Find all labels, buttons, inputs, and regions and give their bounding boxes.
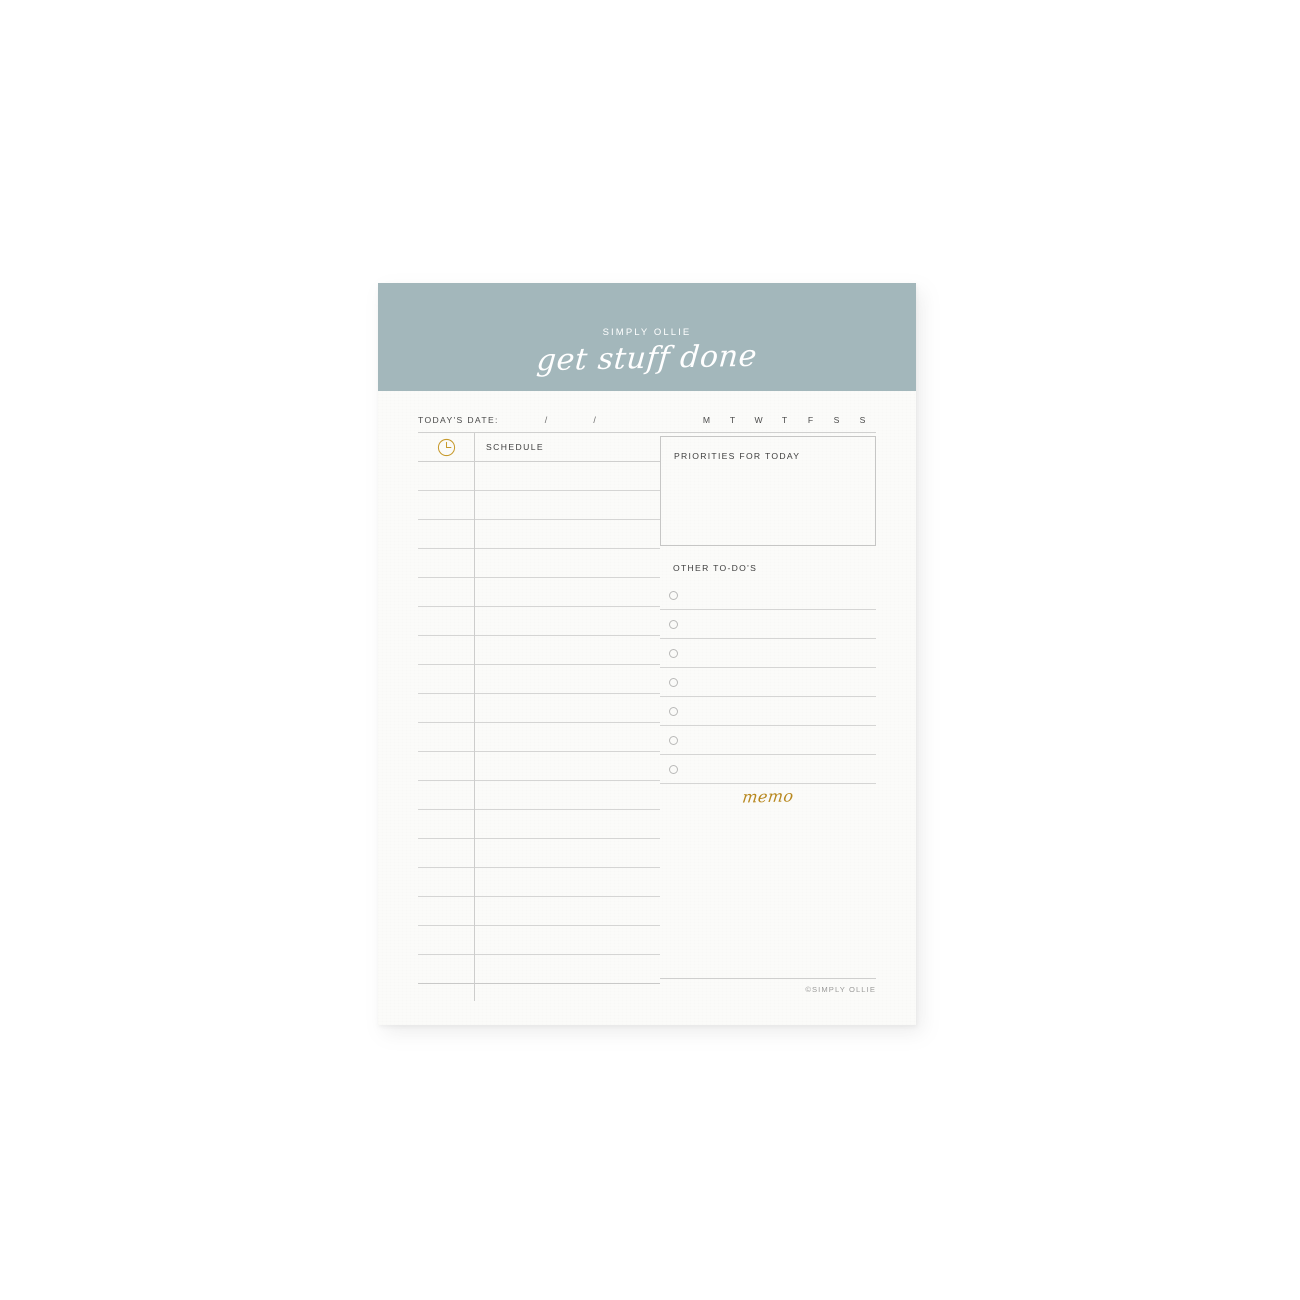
footer-divider [660,978,876,979]
weekday-selector[interactable]: M T W T F S S [694,415,876,425]
weekday-monday[interactable]: M [694,415,720,425]
checkbox-circle-icon[interactable] [669,590,678,600]
todo-item[interactable] [660,610,876,639]
schedule-row[interactable] [418,665,660,694]
priorities-box[interactable]: PRIORITIES FOR TODAY [660,436,876,546]
checkbox-circle-icon[interactable] [669,648,678,658]
schedule-row[interactable] [418,752,660,781]
other-todos-title: OTHER TO-DO'S [673,563,758,573]
schedule-row[interactable] [418,955,660,984]
notepad-header: SIMPLY OLLIE get stuff done [378,283,916,391]
schedule-section: SCHEDULE [418,433,660,1001]
schedule-row[interactable] [418,636,660,665]
checkbox-circle-icon[interactable] [669,706,678,716]
schedule-row[interactable] [418,810,660,839]
todo-item[interactable] [660,581,876,610]
page-canvas: SIMPLY OLLIE get stuff done TODAY'S DATE… [0,0,1300,1300]
weekday-thursday[interactable]: T [772,415,798,425]
schedule-row[interactable] [418,897,660,926]
schedule-title: SCHEDULE [486,442,544,452]
schedule-row[interactable] [418,549,660,578]
todays-date-label: TODAY'S DATE: [418,415,499,425]
clock-icon [418,438,474,457]
schedule-header: SCHEDULE [418,433,660,462]
todo-item[interactable] [660,697,876,726]
todo-item[interactable] [660,726,876,755]
weekday-sunday[interactable]: S [850,415,876,425]
schedule-row[interactable] [418,607,660,636]
copyright-credit: ©SIMPLY OLLIE [805,985,876,994]
checkbox-circle-icon[interactable] [669,677,678,687]
todo-item[interactable] [660,639,876,668]
memo-label: memo [741,786,795,807]
weekday-saturday[interactable]: S [824,415,850,425]
weekday-friday[interactable]: F [798,415,824,425]
schedule-row[interactable] [418,839,660,868]
notepad-card: SIMPLY OLLIE get stuff done TODAY'S DATE… [378,283,916,1025]
schedule-row[interactable] [418,781,660,810]
notepad-tagline: get stuff done [535,338,759,379]
weekday-wednesday[interactable]: W [746,415,772,425]
schedule-row[interactable] [418,578,660,607]
checkbox-circle-icon[interactable] [669,764,678,774]
brand-name: SIMPLY OLLIE [602,326,692,338]
todo-item[interactable] [660,755,876,784]
priorities-title: PRIORITIES FOR TODAY [674,451,801,461]
schedule-row[interactable] [418,926,660,955]
schedule-row[interactable] [418,462,660,491]
weekday-tuesday[interactable]: T [720,415,746,425]
checkbox-circle-icon[interactable] [669,619,678,629]
todo-item[interactable] [660,668,876,697]
schedule-row[interactable] [418,694,660,723]
schedule-time-divider [474,433,475,1001]
sheet-body: TODAY'S DATE: / / M T W T F S S SCHEDULE… [418,408,876,1001]
checkbox-circle-icon[interactable] [669,735,678,745]
date-slash-2[interactable]: / [593,415,596,425]
schedule-row[interactable] [418,491,660,520]
content-columns: SCHEDULE PRIORITIES FOR TODAY OTHER TO-D… [418,433,876,1001]
schedule-row[interactable] [418,723,660,752]
schedule-row[interactable] [418,520,660,549]
schedule-row[interactable] [418,868,660,897]
date-row: TODAY'S DATE: / / M T W T F S S [418,408,876,433]
date-slash-1[interactable]: / [545,415,548,425]
right-column: PRIORITIES FOR TODAY OTHER TO-DO'S memo … [660,433,876,1001]
todo-list [660,581,876,784]
